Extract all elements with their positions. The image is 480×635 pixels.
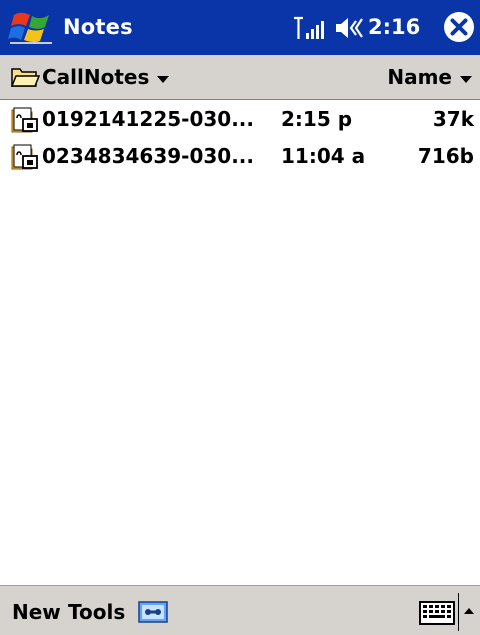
chevron-down-icon [157, 75, 170, 83]
clock[interactable]: 2:16 [368, 12, 420, 42]
menu-bar: New Tools [0, 584, 480, 635]
folder-dropdown[interactable]: CallNotes [10, 62, 170, 92]
folder-label: CallNotes [42, 65, 150, 89]
sip-divider [458, 593, 459, 631]
file-name: 0234834639-030... [42, 144, 255, 168]
voice-note-icon [11, 107, 38, 133]
file-time: 11:04 a [281, 144, 366, 168]
windows-flag-icon [8, 12, 52, 44]
chevron-down-icon [460, 75, 472, 83]
up-arrow-icon [464, 608, 474, 614]
file-list: 0192141225-030... 2:15 p 37k 0234834639-… [0, 100, 480, 584]
recording-toolbar-icon [138, 601, 168, 623]
close-icon [444, 12, 474, 42]
close-button[interactable] [442, 10, 476, 44]
signal-strength-icon[interactable] [292, 15, 326, 41]
list-item[interactable]: 0234834639-030... 11:04 a 716b [0, 137, 480, 174]
list-item[interactable]: 0192141225-030... 2:15 p 37k [0, 100, 480, 137]
keyboard-button[interactable] [419, 600, 455, 626]
folder-bar: CallNotes Name [0, 55, 480, 100]
file-size: 37k [432, 107, 474, 131]
voice-note-icon [11, 144, 38, 170]
file-name: 0192141225-030... [42, 107, 255, 131]
sort-dropdown[interactable]: Name [387, 62, 472, 92]
folder-icon [10, 68, 40, 87]
notes-screen: Notes 2:16 CallNotes Name 0192141225-030… [0, 0, 480, 635]
new-menu[interactable]: New [12, 597, 61, 627]
app-title: Notes [63, 15, 133, 39]
tools-menu[interactable]: Tools [68, 597, 125, 627]
recording-toolbar-button[interactable] [138, 600, 168, 624]
title-bar: Notes 2:16 [0, 0, 480, 55]
start-button[interactable] [8, 7, 56, 47]
input-panel-arrow-button[interactable] [461, 603, 477, 617]
file-time: 2:15 p [281, 107, 353, 131]
speaker-volume-icon[interactable] [334, 15, 364, 41]
file-size: 716b [417, 144, 474, 168]
sort-label: Name [387, 65, 452, 89]
keyboard-icon [419, 601, 455, 625]
